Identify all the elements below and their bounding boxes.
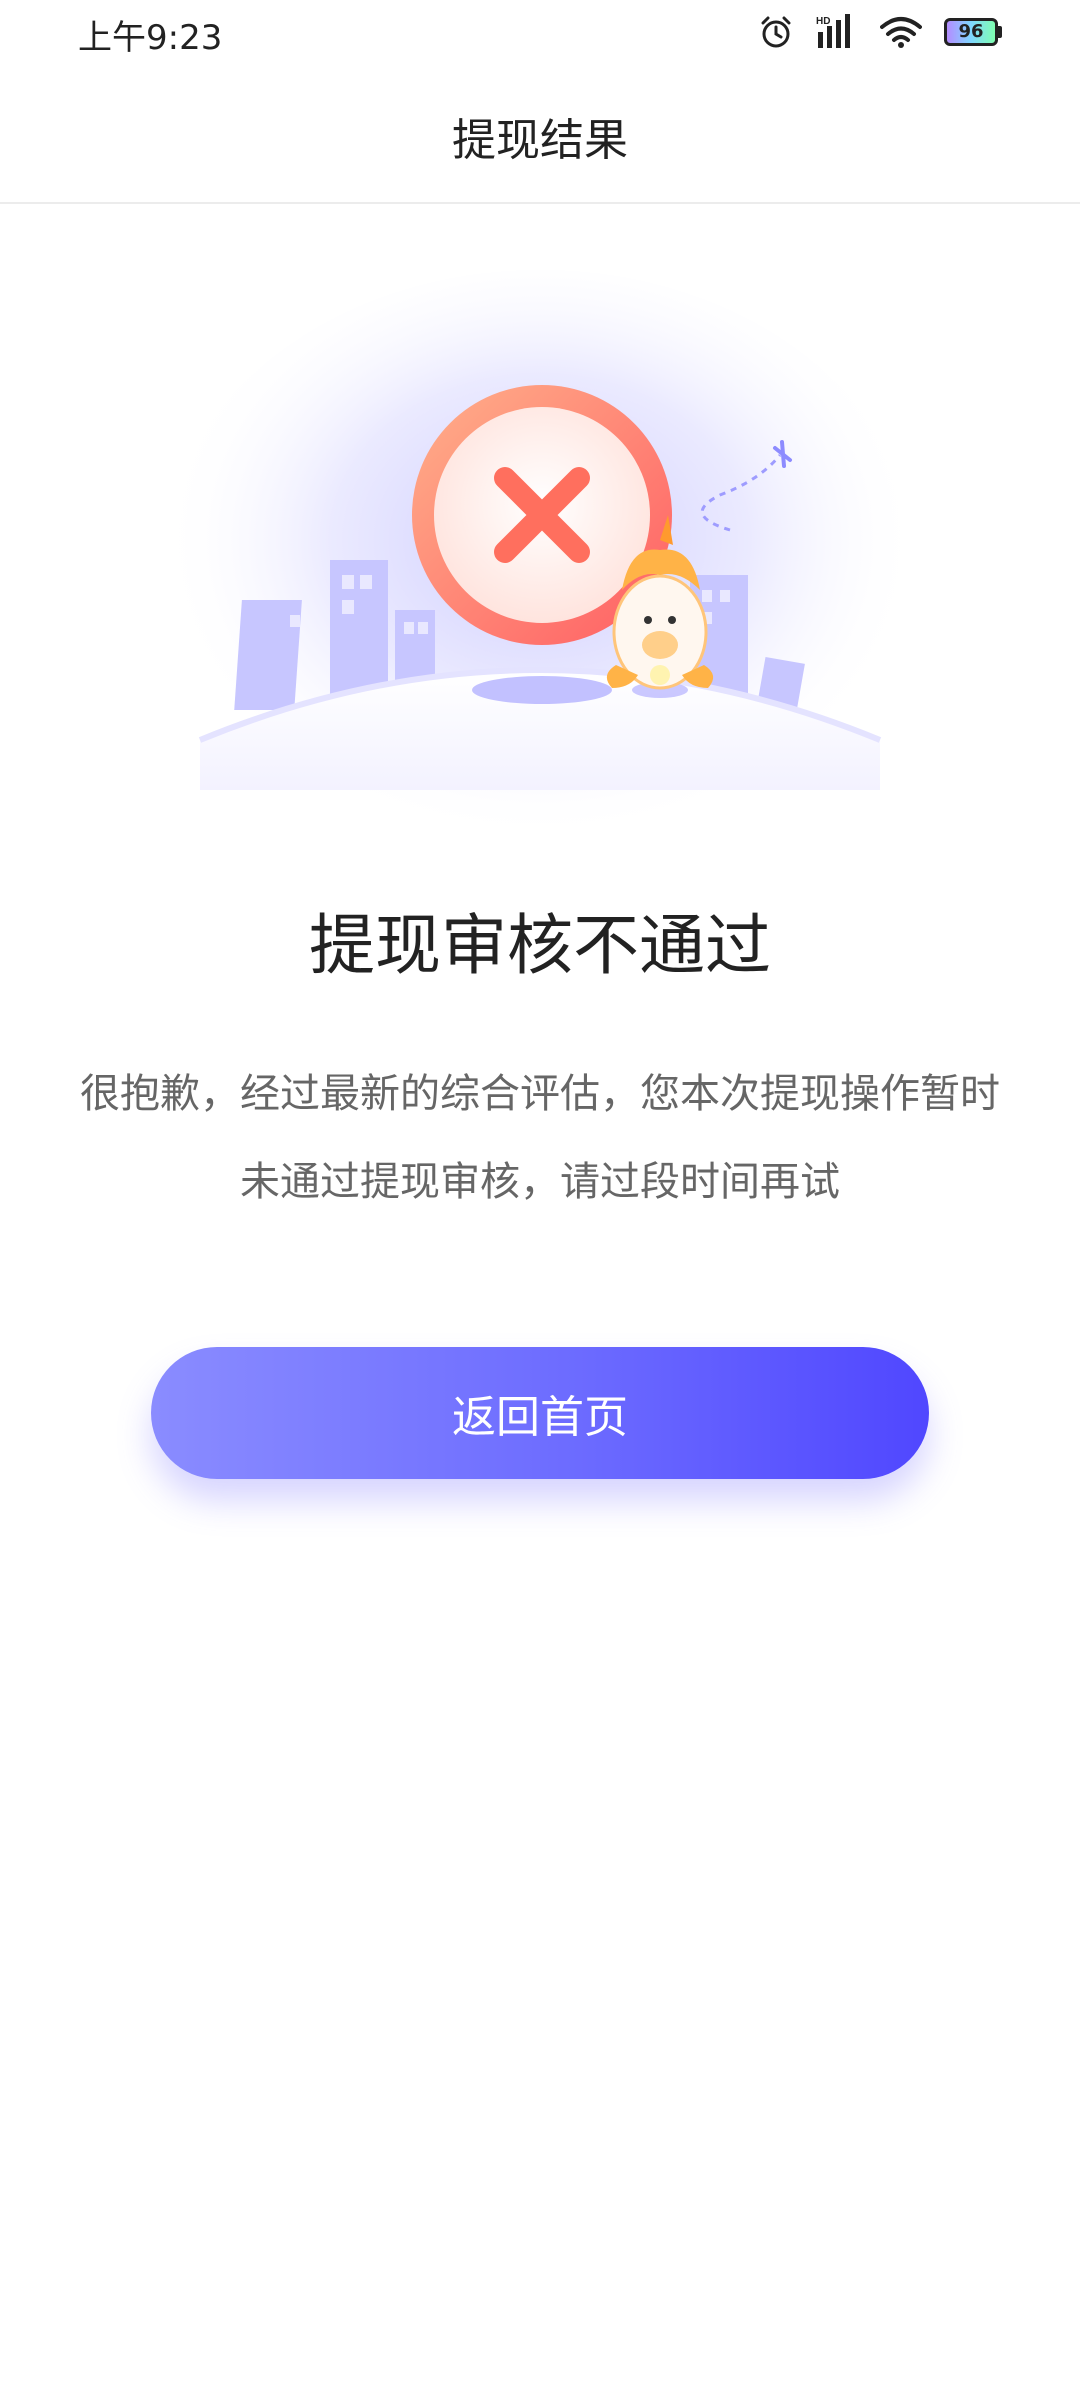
- result-title: 提现审核不通过: [309, 907, 771, 984]
- nav-bar: 提现结果: [0, 66, 1080, 204]
- signal-icon: HD: [816, 14, 858, 50]
- result-illustration: [160, 270, 920, 870]
- battery-icon: 96: [944, 18, 1002, 46]
- battery-percent: 96: [958, 21, 984, 42]
- wifi-icon: [880, 15, 922, 49]
- page-title: 提现结果: [452, 115, 628, 166]
- back-to-home-button[interactable]: 返回首页: [151, 1347, 929, 1479]
- signal-hd-label: HD: [816, 16, 830, 27]
- status-bar: 上午9:23 HD 96: [0, 0, 1080, 66]
- alarm-icon: [758, 14, 794, 50]
- status-time: 上午9:23: [78, 18, 223, 58]
- status-icons: HD 96: [758, 12, 1002, 52]
- result-description: 很抱歉，经过最新的综合评估，您本次提现操作暂时未通过提现审核，请过段时间再试: [80, 1071, 1000, 1205]
